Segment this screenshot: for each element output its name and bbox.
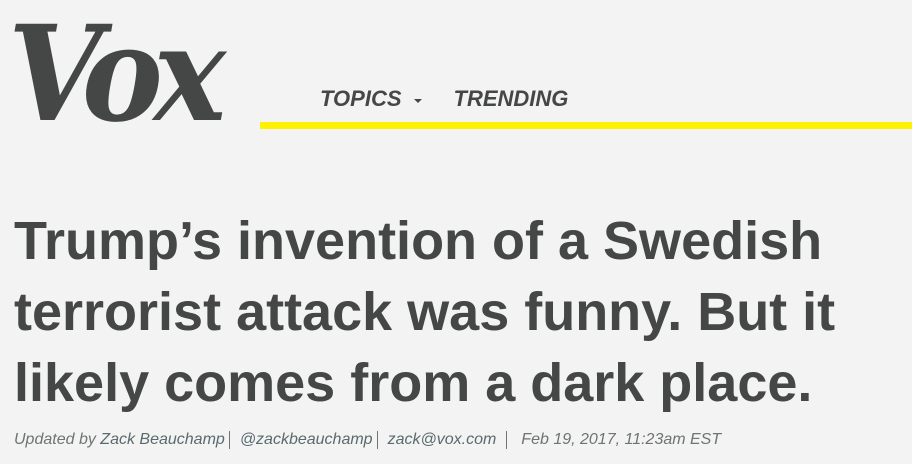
article-headline: Trump’s invention of a Swedish terrorist… bbox=[14, 211, 836, 413]
article-timestamp: Feb 19, 2017, 11:23am EST bbox=[521, 431, 722, 448]
accent-divider bbox=[260, 122, 912, 129]
byline-divider bbox=[506, 431, 508, 449]
nav-trending-link[interactable]: TRENDING bbox=[454, 86, 569, 112]
byline-divider bbox=[376, 431, 378, 449]
author-link[interactable]: Zack Beauchamp bbox=[100, 431, 225, 449]
author-twitter-link[interactable]: @zackbeauchamp bbox=[240, 431, 373, 449]
byline-divider bbox=[228, 431, 230, 449]
main-nav: TOPICS TRENDING bbox=[320, 86, 568, 112]
byline-updated-prefix: Updated by bbox=[14, 431, 96, 448]
nav-topics-label: TOPICS bbox=[320, 86, 402, 111]
nav-topics-menu[interactable]: TOPICS bbox=[320, 86, 422, 112]
author-email-link[interactable]: zack@vox.com bbox=[388, 431, 497, 449]
vox-logo[interactable]: Vox bbox=[8, 0, 226, 150]
nav-trending-label: TRENDING bbox=[453, 86, 569, 111]
article-byline: Updated by Zack Beauchamp @zackbeauchamp… bbox=[14, 431, 721, 449]
chevron-down-icon bbox=[413, 99, 422, 103]
